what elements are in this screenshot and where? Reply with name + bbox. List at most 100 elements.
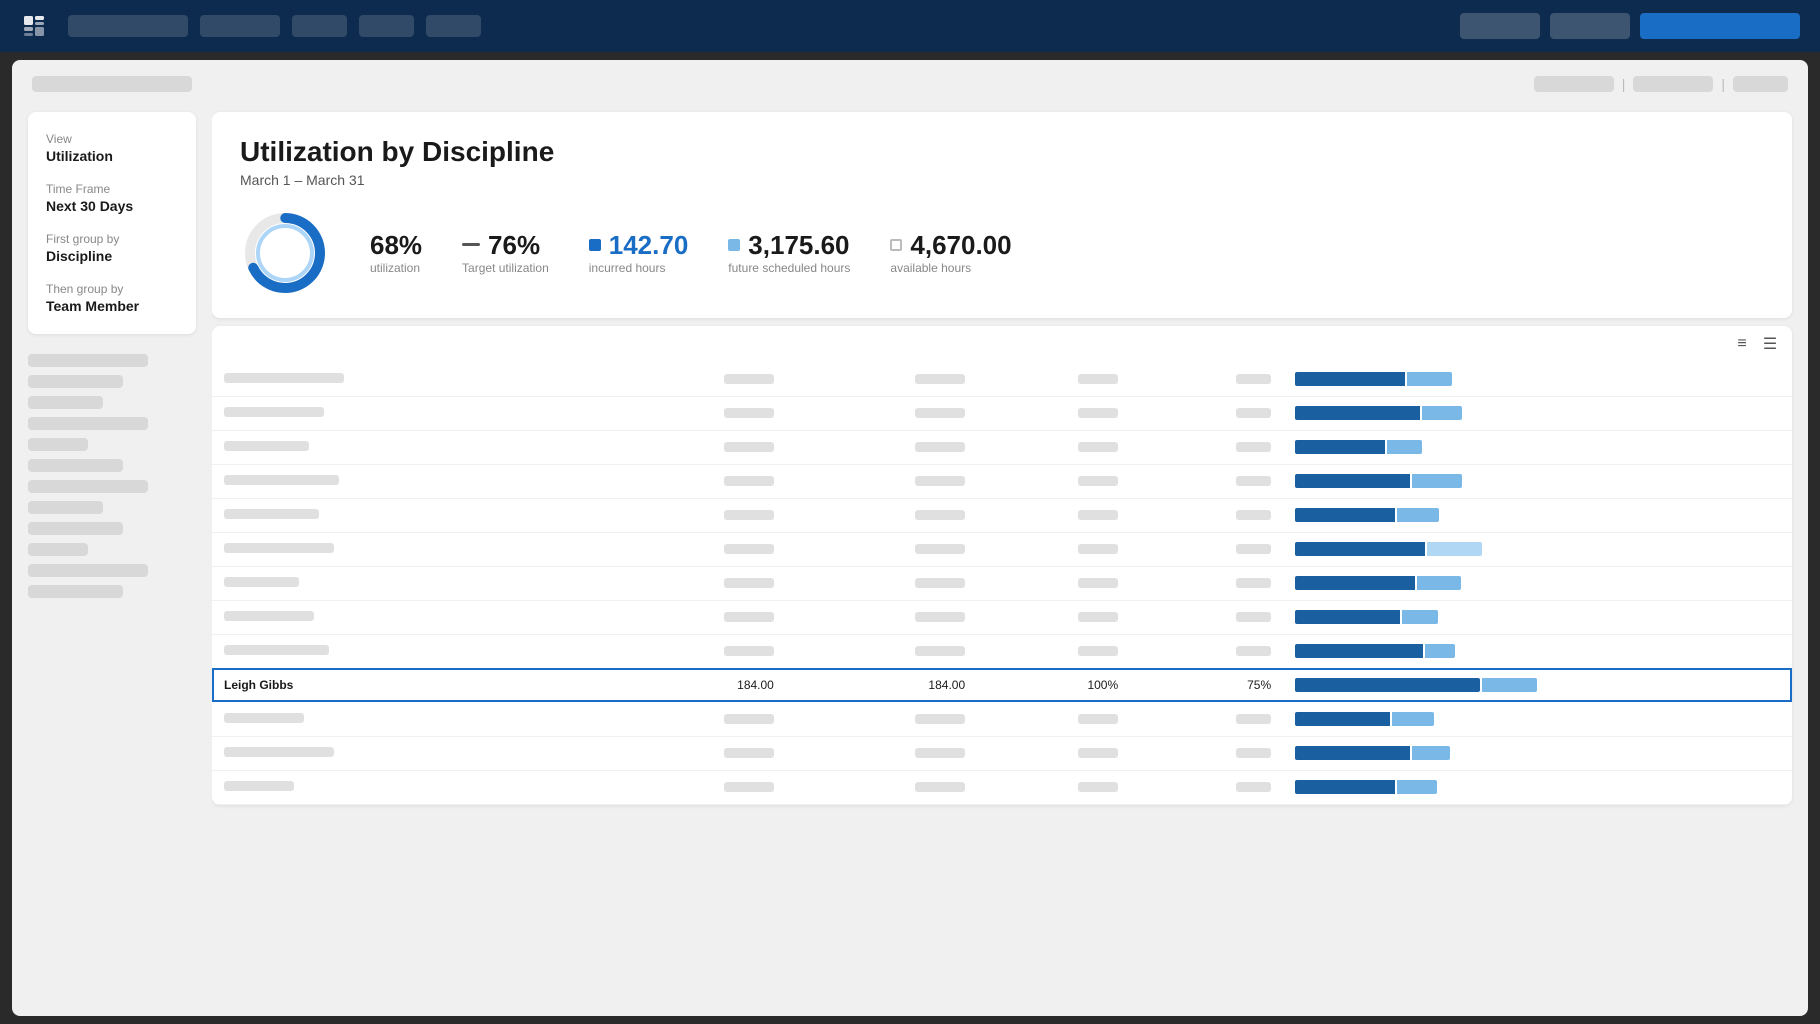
available-label: available hours: [890, 261, 1011, 275]
breadcrumb-right: | |: [1534, 76, 1788, 92]
stat-target: 76% Target utilization: [462, 232, 549, 275]
stat-available: 4,670.00 available hours: [890, 232, 1011, 275]
row-col3: 100%: [977, 668, 1130, 702]
sidebar-firstgroup-section: First group by Discipline: [46, 232, 178, 264]
app-logo: [20, 12, 48, 40]
main-area: | | View Utilization Time Frame Next 30 …: [12, 60, 1808, 1016]
view-toggle-1[interactable]: [1534, 76, 1614, 92]
divider-2: |: [1721, 76, 1725, 92]
row-col4: 75%: [1130, 668, 1283, 702]
list-view-icon[interactable]: ☰: [1760, 334, 1780, 354]
stat-incurred: 142.70 incurred hours: [589, 232, 689, 275]
target-indicator-line: [462, 243, 480, 246]
available-indicator: 4,670.00: [890, 232, 1011, 258]
stat-utilization: 68% utilization: [370, 232, 422, 275]
sidebar-nav-item-10[interactable]: [28, 543, 88, 556]
divider-1: |: [1622, 76, 1626, 92]
breadcrumb[interactable]: [32, 76, 192, 92]
nav-button-primary[interactable]: [1640, 13, 1800, 39]
nav-item-1[interactable]: [68, 15, 188, 37]
future-indicator-square: [728, 239, 740, 251]
timeframe-label: Time Frame: [46, 182, 178, 196]
incurred-indicator-square: [589, 239, 601, 251]
utilization-pct: 68%: [370, 232, 422, 258]
table-row[interactable]: [212, 600, 1792, 634]
sidebar-filters-card: View Utilization Time Frame Next 30 Days…: [28, 112, 196, 334]
breadcrumb-row: | |: [12, 60, 1808, 100]
nav-item-5[interactable]: [426, 15, 481, 37]
nav-item-4[interactable]: [359, 15, 414, 37]
stats-row: 68% utilization 76% Target utilization: [240, 208, 1764, 298]
table-row[interactable]: [212, 532, 1792, 566]
table-row[interactable]: [212, 702, 1792, 736]
table-row[interactable]: [212, 396, 1792, 430]
target-label: Target utilization: [462, 261, 549, 275]
sidebar-nav-item-1[interactable]: [28, 354, 148, 367]
nav-item-3[interactable]: [292, 15, 347, 37]
target-indicator: 76%: [462, 232, 549, 258]
firstgroup-label: First group by: [46, 232, 178, 246]
row-name: Leigh Gibbs: [212, 668, 595, 702]
nav-item-2[interactable]: [200, 15, 280, 37]
utilization-label: utilization: [370, 261, 422, 275]
chart-title: Utilization by Discipline: [240, 136, 1764, 168]
row-col1: 184.00: [595, 668, 786, 702]
sidebar-nav-item-2[interactable]: [28, 375, 123, 388]
compact-view-icon[interactable]: ≡: [1732, 334, 1752, 354]
available-indicator-square: [890, 239, 902, 251]
view-value[interactable]: Utilization: [46, 148, 178, 164]
sidebar-nav: [28, 346, 196, 606]
table-row[interactable]: [212, 464, 1792, 498]
sidebar-nav-item-5[interactable]: [28, 438, 88, 451]
incurred-value: 142.70: [609, 232, 689, 258]
sidebar-nav-item-11[interactable]: [28, 564, 148, 577]
bar-dark-segment: [1295, 678, 1480, 692]
table-row[interactable]: [212, 498, 1792, 532]
table-row[interactable]: [212, 770, 1792, 804]
thengroup-value[interactable]: Team Member: [46, 298, 178, 314]
sidebar-nav-item-12[interactable]: [28, 585, 123, 598]
sidebar-thengroup-section: Then group by Team Member: [46, 282, 178, 314]
highlighted-table-row[interactable]: Leigh Gibbs 184.00 184.00 100% 75%: [212, 668, 1792, 702]
table-toolbar: ≡ ☰: [212, 326, 1792, 362]
future-value: 3,175.60: [748, 232, 849, 258]
table-row[interactable]: [212, 566, 1792, 600]
sidebar-nav-item-8[interactable]: [28, 501, 103, 514]
donut-chart: [240, 208, 330, 298]
view-label: View: [46, 132, 178, 146]
nav-button-1[interactable]: [1460, 13, 1540, 39]
sidebar-nav-item-3[interactable]: [28, 396, 103, 409]
incurred-indicator: 142.70: [589, 232, 689, 258]
sidebar-nav-item-4[interactable]: [28, 417, 148, 430]
nav-pills-left: [68, 15, 1440, 37]
table-row[interactable]: [212, 362, 1792, 396]
row-bar: [1283, 668, 1792, 702]
sidebar-nav-item-7[interactable]: [28, 480, 148, 493]
table-row[interactable]: [212, 430, 1792, 464]
table-row[interactable]: [212, 634, 1792, 668]
timeframe-value[interactable]: Next 30 Days: [46, 198, 178, 214]
row-col2: 184.00: [786, 668, 977, 702]
nav-button-2[interactable]: [1550, 13, 1630, 39]
sidebar-view-section: View Utilization: [46, 132, 178, 164]
future-indicator: 3,175.60: [728, 232, 850, 258]
chart-summary-card: Utilization by Discipline March 1 – Marc…: [212, 112, 1792, 318]
chart-subtitle: March 1 – March 31: [240, 172, 1764, 188]
data-table: Leigh Gibbs 184.00 184.00 100% 75%: [212, 362, 1792, 805]
main-content: Utilization by Discipline March 1 – Marc…: [212, 100, 1808, 1008]
thengroup-label: Then group by: [46, 282, 178, 296]
future-label: future scheduled hours: [728, 261, 850, 275]
stat-future: 3,175.60 future scheduled hours: [728, 232, 850, 275]
sidebar: View Utilization Time Frame Next 30 Days…: [12, 100, 212, 1008]
incurred-label: incurred hours: [589, 261, 689, 275]
content-layout: View Utilization Time Frame Next 30 Days…: [12, 100, 1808, 1008]
view-toggle-2[interactable]: [1633, 76, 1713, 92]
nav-pills-right: [1460, 13, 1800, 39]
sidebar-nav-item-9[interactable]: [28, 522, 123, 535]
firstgroup-value[interactable]: Discipline: [46, 248, 178, 264]
target-pct: 76%: [488, 232, 540, 258]
sidebar-nav-item-6[interactable]: [28, 459, 123, 472]
view-toggle-3[interactable]: [1733, 76, 1788, 92]
available-value: 4,670.00: [910, 232, 1011, 258]
table-row[interactable]: [212, 736, 1792, 770]
